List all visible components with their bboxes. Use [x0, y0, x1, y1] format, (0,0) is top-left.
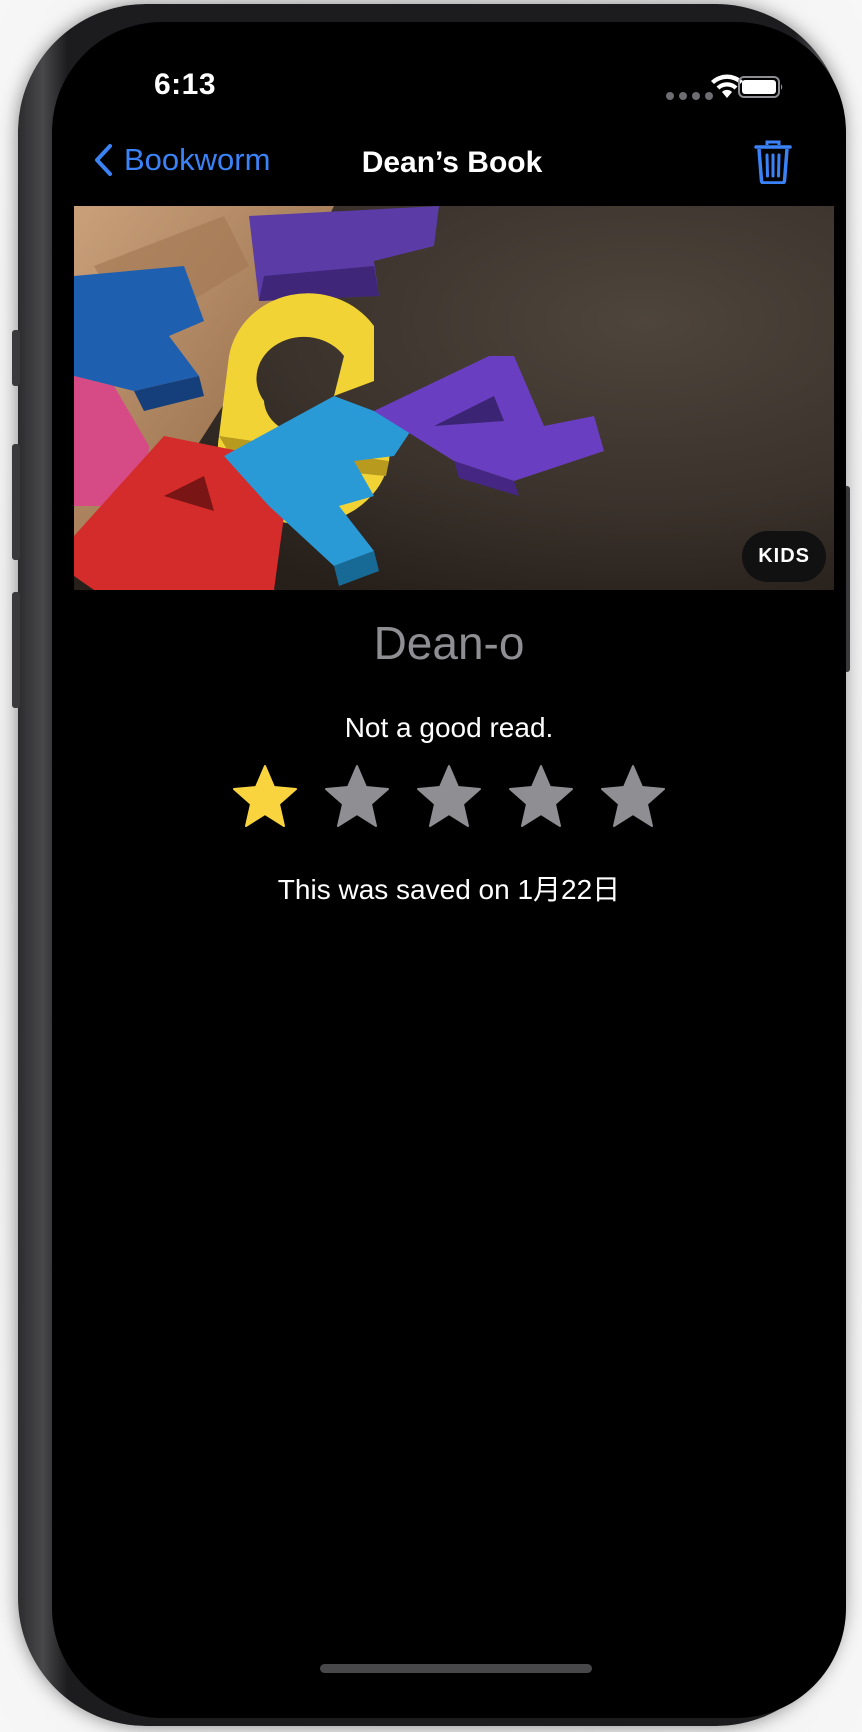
battery-icon [738, 76, 783, 98]
page-title: Dean’s Book [361, 146, 543, 179]
delete-button[interactable] [754, 140, 792, 189]
star-4-icon[interactable] [508, 764, 574, 830]
trash-icon [754, 140, 792, 185]
saved-date-text: This was saved on 1月22日 [277, 874, 621, 905]
star-3-icon[interactable] [416, 764, 482, 830]
star-1-icon[interactable] [232, 764, 298, 830]
star-2-icon[interactable] [324, 764, 390, 830]
volume-down-button [12, 592, 20, 708]
volume-up-button [12, 444, 20, 560]
book-cover-image: KIDS [74, 206, 834, 590]
review-text: Not a good read. [344, 712, 554, 743]
home-indicator[interactable] [320, 1664, 592, 1673]
author-name: Dean-o [373, 617, 525, 669]
star-5-icon[interactable] [600, 764, 666, 830]
wooden-letters-photo [74, 206, 834, 590]
cellular-dots-icon [666, 92, 713, 100]
status-time: 6:13 [154, 68, 217, 101]
screen: 6:13 Bookworm Dean’s Book KIDS Dean-o No… [52, 22, 846, 1718]
phone-frame: 6:13 Bookworm Dean’s Book KIDS Dean-o No… [12, 4, 850, 1726]
star-rating[interactable] [52, 764, 846, 830]
genre-badge: KIDS [742, 531, 826, 582]
silent-switch [12, 330, 20, 386]
